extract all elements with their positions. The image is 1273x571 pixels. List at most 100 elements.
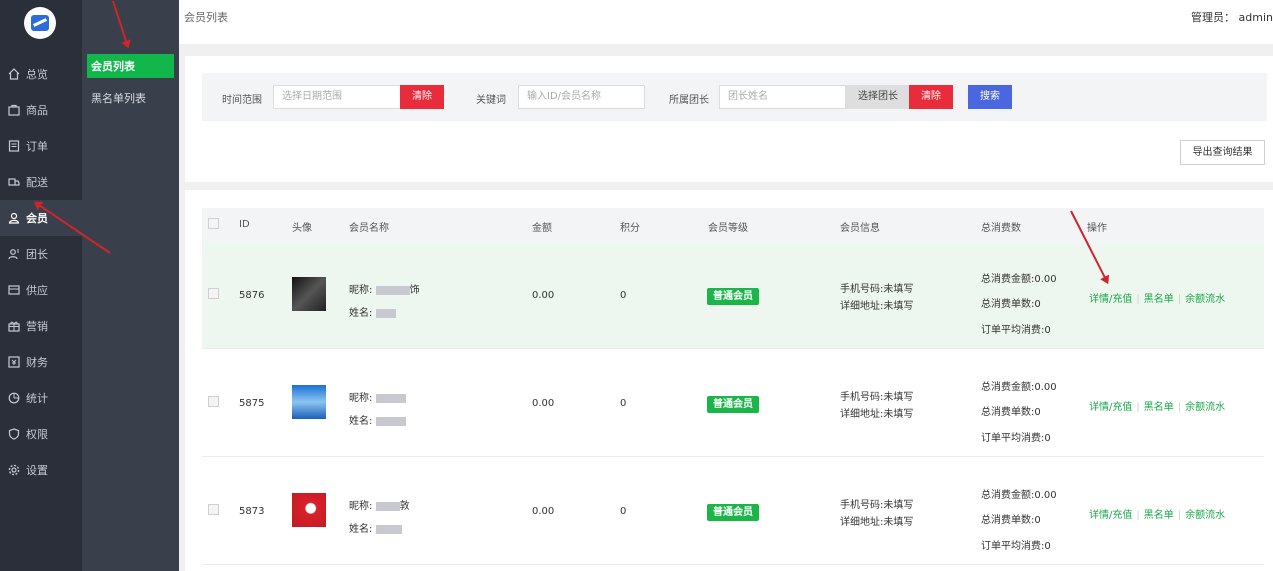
- nav-item-goods[interactable]: 商品: [0, 92, 82, 128]
- row-actions: 详情/充值 | 黑名单 | 余额流水: [1089, 294, 1226, 305]
- avatar: [292, 493, 326, 527]
- nav-item-supply[interactable]: 供应: [0, 272, 82, 308]
- brand-logo[interactable]: [24, 7, 56, 39]
- member-address: 详细地址:未填写: [840, 517, 914, 528]
- keyword-label: 关键词: [476, 95, 506, 106]
- total-amount: 总消费金额:0.00: [981, 490, 1057, 501]
- member-nickname: 昵称: 敦: [349, 501, 410, 512]
- admin-user[interactable]: 管理员： admin: [1191, 9, 1273, 25]
- time-range-label: 时间范围: [222, 95, 262, 106]
- detail-recharge-link[interactable]: 详情/充值: [1089, 510, 1132, 521]
- balance-flow-link[interactable]: 余额流水: [1185, 294, 1225, 305]
- order-icon: [8, 140, 20, 152]
- shield-icon: [8, 428, 20, 440]
- member-table-panel: ID 头像 会员名称 金额 积分 会员等级 会员信息 总消费数 操作 5876 …: [185, 190, 1273, 571]
- nav-item-finance[interactable]: 财务: [0, 344, 82, 380]
- detail-recharge-link[interactable]: 详情/充值: [1089, 294, 1132, 305]
- detail-recharge-link[interactable]: 详情/充值: [1089, 402, 1132, 413]
- table-row: 5876 昵称: 饰 姓名: 0.00 0 普通会员 手机号码:未填写 详细地址…: [202, 242, 1264, 349]
- row-checkbox[interactable]: [208, 396, 219, 407]
- nav-item-orders[interactable]: 订单: [0, 128, 82, 164]
- blacklist-link[interactable]: 黑名单: [1144, 402, 1174, 413]
- member-nickname: 昵称:: [349, 389, 406, 404]
- nav-label: 统计: [26, 392, 48, 405]
- breadcrumb: 会员列表: [184, 11, 228, 24]
- nav-label: 总览: [26, 68, 48, 81]
- keyword-input[interactable]: 输入ID/会员名称: [518, 85, 645, 109]
- member-realname: 姓名:: [349, 412, 406, 427]
- main-nav: 总览 商品 订单 配送 会员 团长 供应 营销 财务 统计 权限 设置: [0, 56, 82, 488]
- col-info: 会员信息: [840, 223, 880, 234]
- filter-panel: 时间范围 选择日期范围 清除 关键词 输入ID/会员名称 所属团长 团长姓名 选…: [185, 56, 1273, 182]
- total-orders: 总消费单数:0: [981, 515, 1041, 526]
- nav-label: 权限: [26, 428, 48, 441]
- total-amount: 总消费金额:0.00: [981, 274, 1057, 285]
- member-address: 详细地址:未填写: [840, 409, 914, 420]
- col-actions: 操作: [1087, 223, 1107, 234]
- nav-item-settings[interactable]: 设置: [0, 452, 82, 488]
- member-level-badge: 普通会员: [707, 396, 759, 413]
- blacklist-link[interactable]: 黑名单: [1144, 294, 1174, 305]
- member-amount: 0.00: [532, 506, 555, 517]
- date-range-input[interactable]: 选择日期范围: [273, 85, 401, 109]
- sub-sidebar: 会员列表 黑名单列表: [82, 0, 179, 571]
- avatar: [292, 277, 326, 311]
- row-checkbox[interactable]: [208, 288, 219, 299]
- row-checkbox[interactable]: [208, 504, 219, 515]
- col-name: 会员名称: [349, 223, 389, 234]
- nav-label: 供应: [26, 284, 48, 297]
- main-sidebar: 总览 商品 订单 配送 会员 团长 供应 营销 财务 统计 权限 设置: [0, 0, 82, 571]
- balance-flow-link[interactable]: 余额流水: [1185, 402, 1225, 413]
- nav-label: 商品: [26, 104, 48, 117]
- col-level: 会员等级: [708, 223, 748, 234]
- avg-order: 订单平均消费:0: [981, 541, 1051, 552]
- nav-label: 团长: [26, 248, 48, 261]
- member-address: 详细地址:未填写: [840, 301, 914, 312]
- export-results-button[interactable]: 导出查询结果: [1180, 140, 1265, 165]
- nav-item-stats[interactable]: 统计: [0, 380, 82, 416]
- nav-label: 设置: [26, 464, 48, 477]
- nav-item-overview[interactable]: 总览: [0, 56, 82, 92]
- clear-leader-button[interactable]: 清除: [909, 85, 953, 109]
- chart-icon: [8, 392, 20, 404]
- home-icon: [8, 68, 20, 80]
- gift-icon: [8, 320, 20, 332]
- row-actions: 详情/充值 | 黑名单 | 余额流水: [1089, 402, 1226, 413]
- leader-name-input[interactable]: 团长姓名: [719, 85, 846, 109]
- delivery-icon: [8, 176, 20, 188]
- table-header: ID 头像 会员名称 金额 积分 会员等级 会员信息 总消费数 操作: [202, 208, 1264, 242]
- nav-item-marketing[interactable]: 营销: [0, 308, 82, 344]
- nav-item-permissions[interactable]: 权限: [0, 416, 82, 452]
- nav-label: 营销: [26, 320, 48, 333]
- member-phone: 手机号码:未填写: [840, 500, 914, 511]
- member-nickname: 昵称: 饰: [349, 285, 420, 296]
- nav-item-delivery[interactable]: 配送: [0, 164, 82, 200]
- col-avatar: 头像: [292, 223, 312, 234]
- nav-item-leaders[interactable]: 团长: [0, 236, 82, 272]
- finance-icon: [8, 356, 20, 368]
- user-icon: [8, 212, 20, 224]
- member-phone: 手机号码:未填写: [840, 392, 914, 403]
- subnav-member-list[interactable]: 会员列表: [87, 54, 174, 78]
- table-row: 5873 昵称: 敦 姓名: 0.00 0 普通会员 手机号码:未填写 详细地址…: [202, 458, 1264, 565]
- member-points: 0: [620, 506, 627, 517]
- member-id: 5875: [239, 398, 265, 409]
- clear-date-button[interactable]: 清除: [400, 85, 444, 109]
- subnav-blacklist[interactable]: 黑名单列表: [87, 86, 174, 110]
- search-button[interactable]: 搜索: [968, 85, 1012, 109]
- leader-icon: [8, 248, 20, 260]
- leader-label: 所属团长: [669, 95, 709, 106]
- row-actions: 详情/充值 | 黑名单 | 余额流水: [1089, 510, 1226, 521]
- member-points: 0: [620, 290, 627, 301]
- nav-label: 财务: [26, 356, 48, 369]
- select-leader-button[interactable]: 选择团长: [846, 85, 910, 109]
- goods-icon: [8, 104, 20, 116]
- col-amount: 金额: [532, 223, 552, 234]
- member-realname: 姓名:: [349, 520, 402, 535]
- blacklist-link[interactable]: 黑名单: [1144, 510, 1174, 521]
- balance-flow-link[interactable]: 余额流水: [1185, 510, 1225, 521]
- total-orders: 总消费单数:0: [981, 407, 1041, 418]
- member-id: 5873: [239, 506, 265, 517]
- select-all-checkbox[interactable]: [208, 218, 219, 229]
- table-row: 5875 昵称: 姓名: 0.00 0 普通会员 手机号码:未填写 详细地址:未…: [202, 350, 1264, 457]
